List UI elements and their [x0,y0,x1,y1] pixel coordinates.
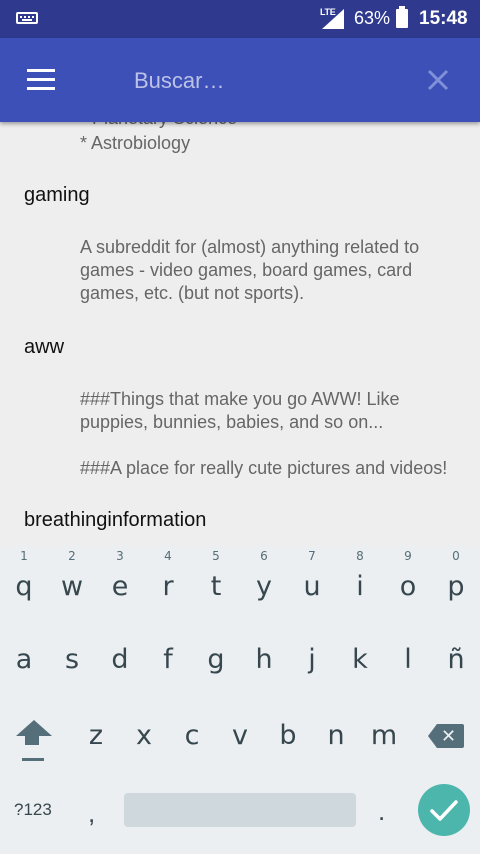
key-q[interactable]: 1q [0,549,48,602]
key-k[interactable]: k [336,644,384,675]
key-n-tilde[interactable]: ñ [432,644,480,675]
key-l[interactable]: l [384,644,432,675]
key-h[interactable]: h [240,644,288,675]
backspace-key[interactable]: ✕ [428,724,464,748]
key-f[interactable]: f [144,644,192,675]
shift-key[interactable] [14,718,54,762]
key-u[interactable]: 7u [288,549,336,602]
subreddit-description-aww: ###Things that make you go AWW! Like pup… [80,389,448,478]
key-c[interactable]: c [168,720,216,751]
key-i[interactable]: 8i [336,549,384,602]
battery-percent: 63% [354,8,391,28]
search-toolbar [0,38,480,122]
key-v[interactable]: v [216,720,264,751]
key-o[interactable]: 9o [384,549,432,602]
shift-arrow-icon [16,720,52,736]
subreddit-name-aww[interactable]: aww [24,336,64,359]
list-item-description-partial: * Astrobiology [80,133,191,153]
key-y[interactable]: 6y [240,549,288,602]
key-g[interactable]: g [192,644,240,675]
key-t[interactable]: 5t [192,549,240,602]
key-n[interactable]: n [312,720,360,751]
status-bar: LTE 63% 15:48 [0,0,480,38]
key-b[interactable]: b [264,720,312,751]
subreddit-list: * Planetary Science * Astrobiology gamin… [0,100,480,546]
key-s[interactable]: s [48,644,96,675]
key-z[interactable]: z [72,720,120,751]
comma-key[interactable]: , [88,798,95,829]
key-r[interactable]: 4r [144,549,192,602]
symbols-key[interactable]: ?123 [14,800,52,820]
key-j[interactable]: j [288,644,336,675]
subreddit-name-gaming[interactable]: gaming [24,184,90,207]
keyboard-icon [16,12,38,24]
checkmark-icon [430,800,458,821]
search-input[interactable] [132,60,406,102]
soft-keyboard: 1q 2w 3e 4r 5t 6y 7u 8i 9o 0p a s d f g … [0,546,480,854]
key-w[interactable]: 2w [48,549,96,602]
subreddit-name-breathinginformation[interactable]: breathinginformation [24,509,206,532]
key-a[interactable]: a [0,644,48,675]
space-bar[interactable] [124,793,356,827]
key-p[interactable]: 0p [432,549,480,602]
key-e[interactable]: 3e [96,549,144,602]
enter-key[interactable] [418,784,470,836]
subreddit-description-gaming: A subreddit for (almost) anything relate… [80,237,420,303]
key-m[interactable]: m [360,720,408,751]
key-x[interactable]: x [120,720,168,751]
backspace-icon: ✕ [441,726,457,746]
clock: 15:48 [419,8,468,29]
key-d[interactable]: d [96,644,144,675]
close-icon[interactable] [424,66,452,94]
period-key[interactable]: . [378,796,385,827]
battery-icon [396,6,408,28]
menu-icon[interactable] [27,69,57,91]
network-type: LTE [320,7,336,17]
